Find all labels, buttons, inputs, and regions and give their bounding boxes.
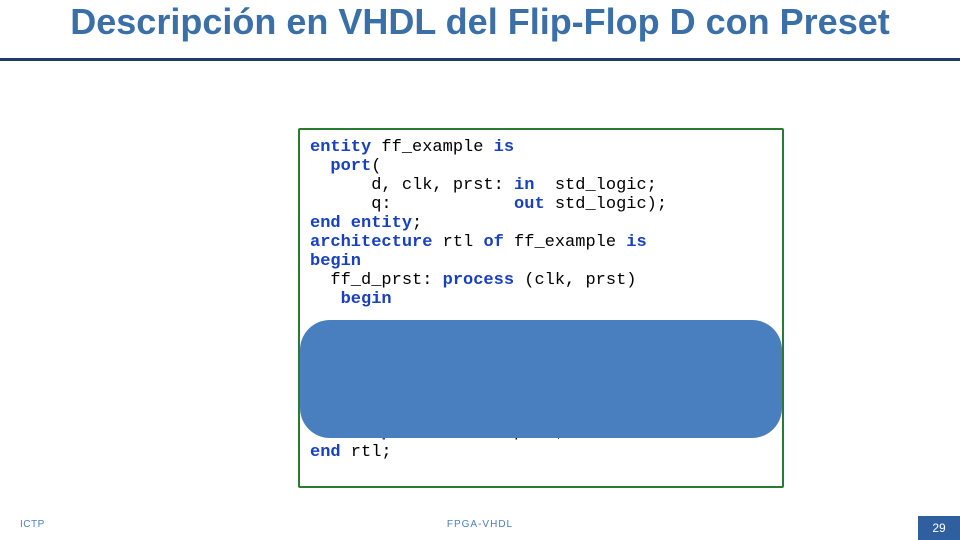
slide-title: Descripción en VHDL del Flip-Flop D con … <box>0 0 960 54</box>
title-rule <box>0 58 960 61</box>
page-number: 29 <box>918 516 960 540</box>
answer-overlay <box>300 320 782 438</box>
footer-center: FPGA-VHDL <box>0 519 960 530</box>
